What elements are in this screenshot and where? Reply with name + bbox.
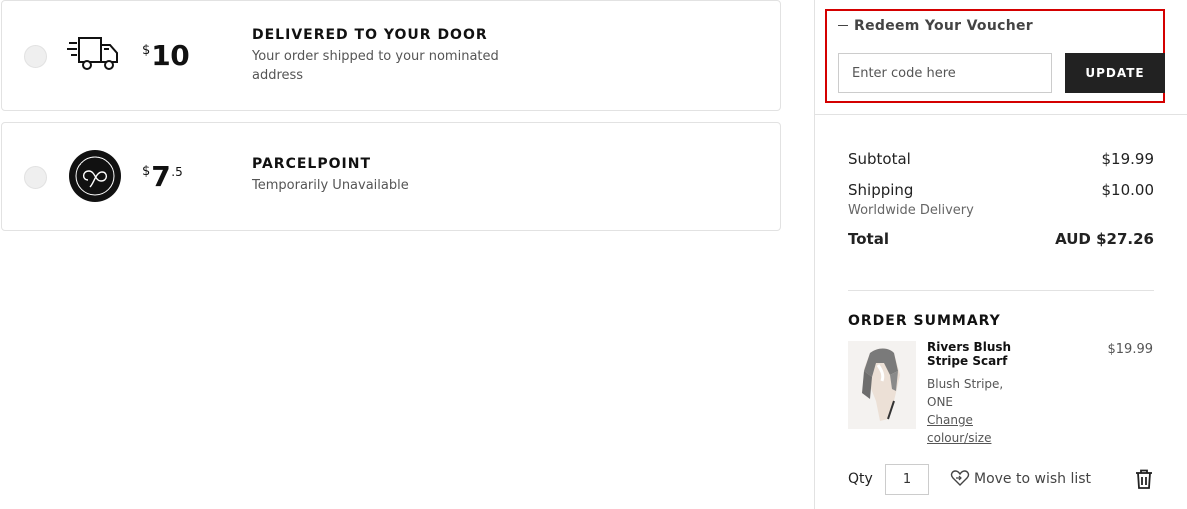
- wishlist-label: Move to wish list: [974, 471, 1092, 487]
- move-to-wishlist-button[interactable]: Move to wish list: [950, 470, 1091, 487]
- total-value: AUD $27.26: [1055, 230, 1154, 248]
- parcelpoint-title: PARCELPOINT: [252, 156, 371, 172]
- subtotal-value: $19.99: [1101, 150, 1155, 168]
- shipping-row: Shipping $10.00: [848, 181, 1154, 199]
- total-row: Total AUD $27.26: [848, 230, 1154, 248]
- update-button[interactable]: UPDATE: [1065, 53, 1165, 93]
- link-line: Change: [927, 413, 973, 427]
- shipping-option-parcelpoint[interactable]: $7.5 PARCELPOINT Temporarily Unavailable: [1, 122, 781, 231]
- qty-input[interactable]: [885, 464, 929, 495]
- subtotal-label: Subtotal: [848, 150, 911, 168]
- order-summary-title: ORDER SUMMARY: [848, 313, 1001, 329]
- change-variant-link[interactable]: Change colour/size: [927, 411, 991, 447]
- heart-icon: [950, 470, 970, 486]
- product-name[interactable]: Rivers Blush Stripe Scarf: [927, 340, 1017, 368]
- delivery-price: $10: [142, 39, 190, 72]
- currency-symbol: $: [142, 43, 151, 58]
- price-amount: 7: [151, 160, 171, 193]
- product-price: $19.99: [1107, 342, 1154, 357]
- subtotal-row: Subtotal $19.99: [848, 150, 1154, 168]
- total-label: Total: [848, 230, 889, 248]
- delivery-radio[interactable]: [24, 45, 47, 68]
- parcelpoint-logo: [68, 149, 122, 203]
- price-amount: 10: [151, 39, 190, 72]
- delivery-subtitle: Your order shipped to your nominated add…: [252, 49, 499, 83]
- delivery-truck-icon: [67, 35, 121, 73]
- divider: [848, 290, 1154, 291]
- trash-icon[interactable]: [1135, 469, 1153, 493]
- parcelpoint-price: $7.5: [142, 160, 183, 193]
- variant-line: ONE: [927, 395, 954, 409]
- order-sidebar: Redeem Your Voucher UPDATE Subtotal $19.…: [814, 0, 1187, 509]
- shipping-label: Shipping: [848, 181, 914, 199]
- variant-line: Blush Stripe,: [927, 377, 1004, 391]
- shipping-value: $10.00: [1101, 181, 1155, 199]
- voucher-toggle[interactable]: Redeem Your Voucher: [838, 18, 1033, 34]
- product-variant: Blush Stripe, ONE: [927, 375, 1003, 411]
- shipping-note: Worldwide Delivery: [848, 203, 974, 218]
- divider: [815, 114, 1187, 115]
- qty-label: Qty: [848, 471, 873, 487]
- product-thumbnail[interactable]: [848, 341, 916, 429]
- price-decimal: .5: [171, 165, 183, 179]
- delivery-title: DELIVERED TO YOUR DOOR: [252, 27, 488, 43]
- link-line: colour/size: [927, 431, 992, 445]
- voucher-title-text: Redeem Your Voucher: [854, 18, 1033, 34]
- currency-symbol: $: [142, 164, 151, 179]
- shipping-option-delivery[interactable]: $10 DELIVERED TO YOUR DOOR Your order sh…: [1, 0, 781, 111]
- collapse-icon: [838, 24, 848, 26]
- voucher-code-input[interactable]: [838, 53, 1052, 93]
- parcelpoint-radio[interactable]: [24, 166, 47, 189]
- parcelpoint-subtitle: Temporarily Unavailable: [252, 178, 409, 193]
